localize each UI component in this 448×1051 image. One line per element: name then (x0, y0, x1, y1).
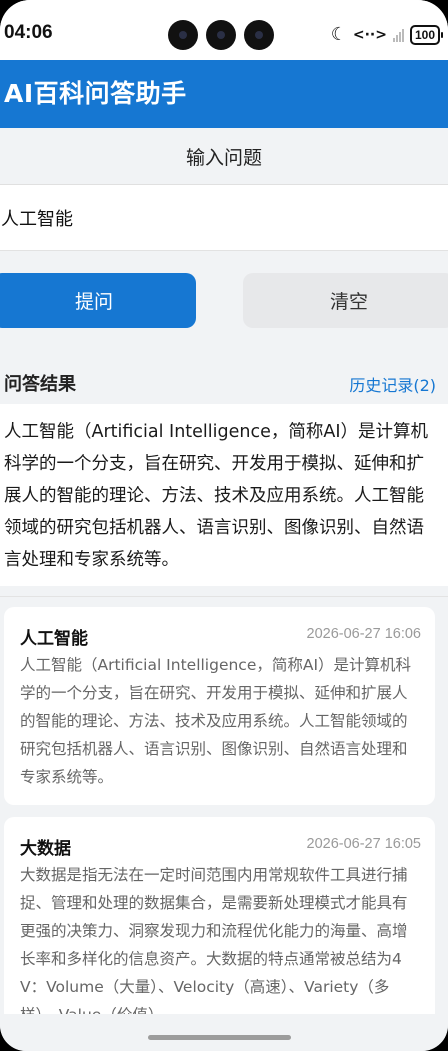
clear-button[interactable]: 清空 (243, 273, 448, 328)
history-time: 2026-06-27 16:06 (306, 626, 422, 642)
history-question: 人工智能 (20, 629, 88, 649)
answer-box: 人工智能（Artificial Intelligence，简称AI）是计算机科学… (0, 404, 448, 586)
camera-cutout-icon (244, 20, 274, 50)
history-answer: 人工智能（Artificial Intelligence，简称AI）是计算机科学… (20, 656, 412, 786)
result-title: 问答结果 (4, 374, 76, 395)
camera-cutout-icon (168, 20, 198, 50)
bottom-strip (0, 1014, 448, 1051)
input-label-row: 输入问题 (0, 128, 448, 185)
history-answer: 大数据是指无法在一定时间范围内用常规软件工具进行捕捉、管理和处理的数据集合，是需… (20, 866, 408, 1014)
battery-icon: 100 (409, 25, 444, 45)
app-bar: AI百科问答助手 (0, 60, 448, 128)
phone-screen: 04:06 ☾ <··> 100 AI百科问答助手 输入问题 提问 清空 问答结… (0, 0, 448, 1051)
sync-icon: <··> (352, 27, 387, 43)
moon-icon: ☾ (330, 24, 347, 45)
camera-cutout-icon (206, 20, 236, 50)
input-label: 输入问题 (185, 146, 262, 169)
history-question: 大数据 (20, 839, 71, 859)
history-list[interactable]: 人工智能 2026-06-27 16:06 人工智能（Artificial In… (0, 607, 448, 1014)
status-icons: ☾ <··> 100 (330, 24, 444, 46)
home-indicator[interactable] (148, 1035, 291, 1040)
status-bar: 04:06 ☾ <··> 100 (0, 0, 448, 60)
history-time: 2026-06-27 16:05 (306, 836, 422, 852)
status-time: 04:06 (4, 22, 53, 43)
ask-button[interactable]: 提问 (0, 273, 196, 328)
signal-icon (392, 28, 404, 42)
history-link[interactable]: 历史记录(2) (349, 372, 436, 396)
app-title: AI百科问答助手 (4, 79, 187, 108)
question-input[interactable] (0, 185, 448, 251)
divider (0, 596, 448, 597)
history-card[interactable]: 大数据 2026-06-27 16:05 大数据是指无法在一定时间范围内用常规软… (4, 817, 435, 1014)
result-header: 问答结果 历史记录(2) (0, 348, 448, 404)
history-card[interactable]: 人工智能 2026-06-27 16:06 人工智能（Artificial In… (4, 607, 435, 805)
answer-text: 人工智能（Artificial Intelligence，简称AI）是计算机科学… (4, 422, 428, 570)
